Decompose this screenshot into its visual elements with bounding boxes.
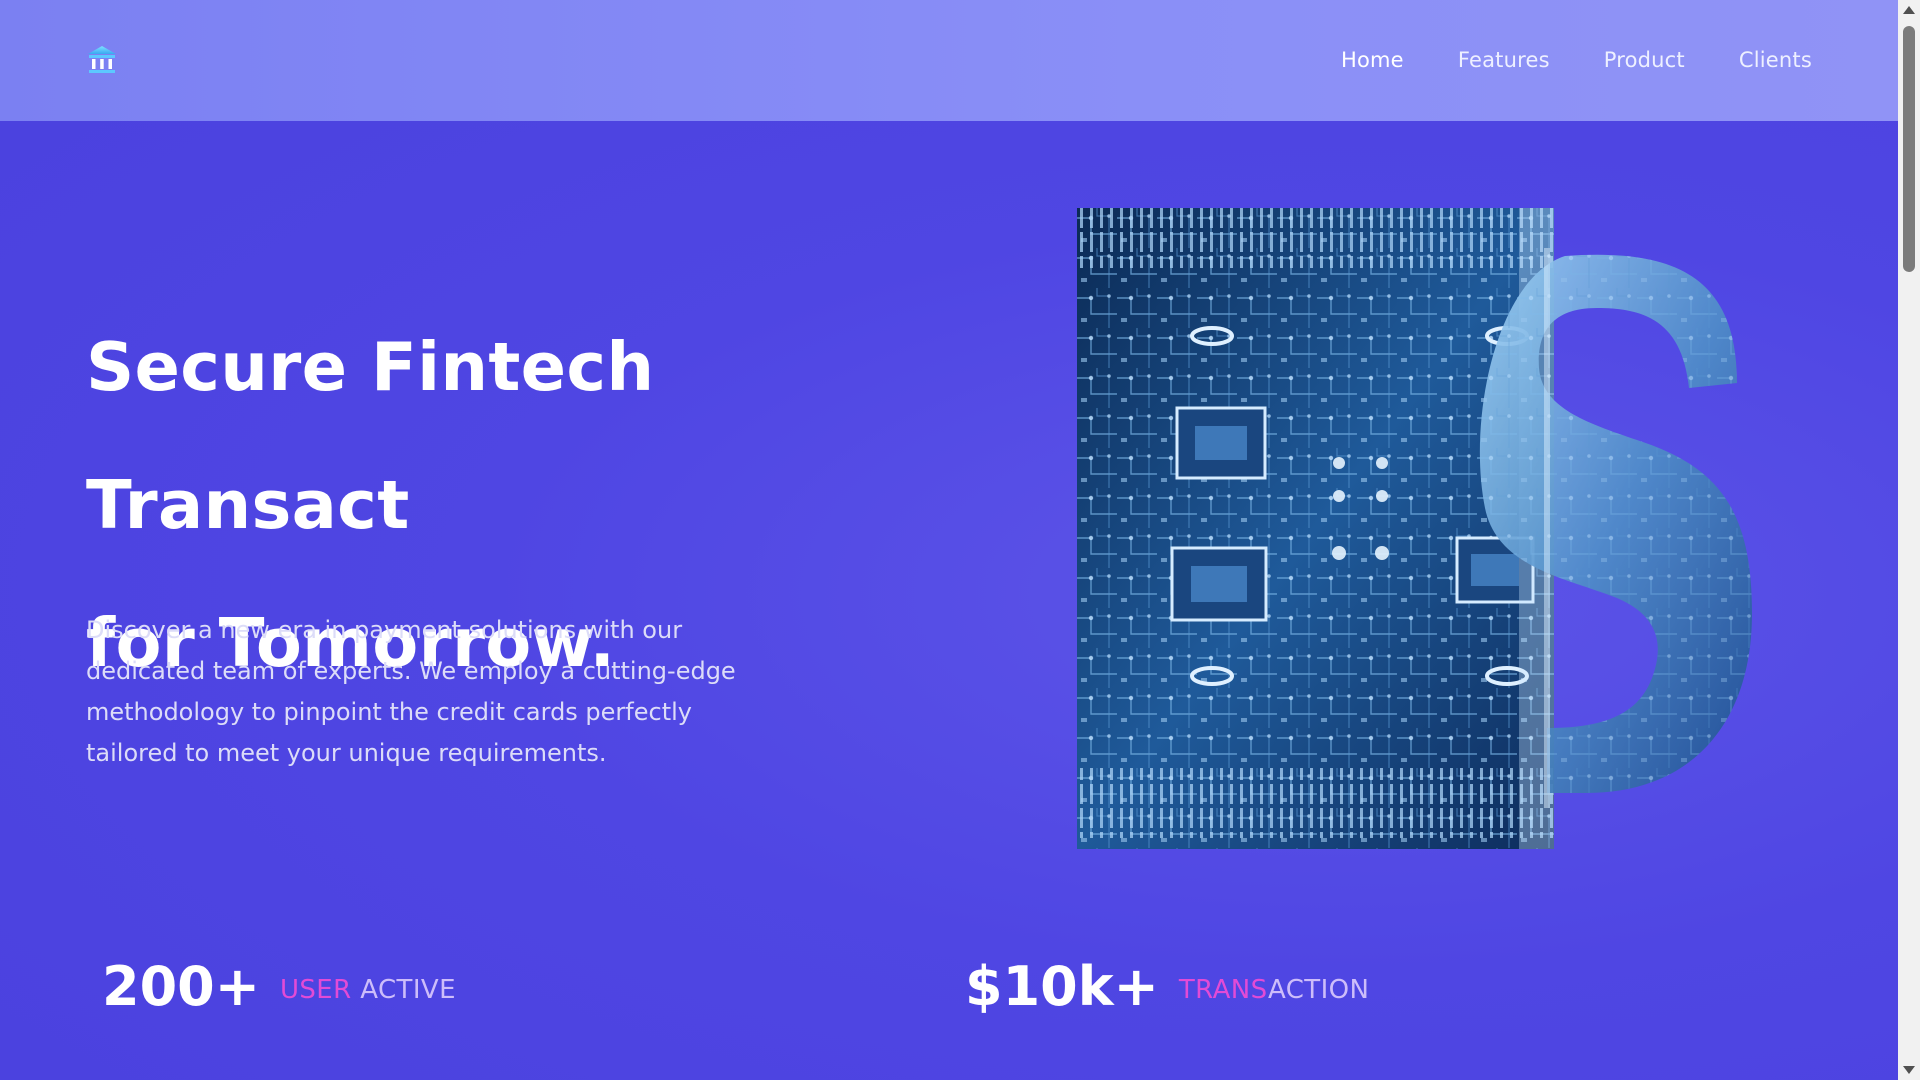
chip-top (1175, 406, 1267, 480)
nav-product[interactable]: Product (1604, 44, 1685, 76)
stat-transactions-label: TRANSACTION (1179, 975, 1369, 1005)
stat-users-label-accent: USER (279, 975, 352, 1005)
main-nav: Home Features Product Clients (1341, 44, 1812, 76)
stat-users-label: USER ACTIVE (280, 975, 456, 1005)
vertical-scrollbar[interactable] (1898, 0, 1920, 1080)
circuit-dollar-image (1077, 208, 1753, 849)
bank-icon[interactable] (86, 44, 118, 76)
hero-description: Discover a new era in payment solutions … (86, 616, 736, 767)
nav-clients[interactable]: Clients (1739, 44, 1812, 76)
navbar: Home Features Product Clients (0, 0, 1898, 121)
hero-title-line1: Secure Fintech Transact (86, 328, 655, 544)
stat-users: 200+ USER ACTIVE (102, 953, 456, 1021)
chip-bottom (1170, 546, 1268, 622)
stat-transactions-label-rest: ACTION (1268, 975, 1370, 1005)
stat-transactions-value: $10k+ (965, 955, 1159, 1018)
stat-users-value: 200+ (102, 955, 260, 1018)
scroll-up-arrow-icon[interactable] (1903, 6, 1915, 14)
stat-users-label-rest: ACTIVE (351, 975, 456, 1005)
landing-page: Home Features Product Clients Secure Fin… (0, 0, 1898, 1080)
scrollbar-thumb[interactable] (1903, 26, 1915, 272)
nav-home[interactable]: Home (1341, 44, 1404, 76)
nav-features[interactable]: Features (1458, 44, 1550, 76)
stat-transactions: $10k+ TRANSACTION (965, 953, 1369, 1021)
scroll-down-arrow-icon[interactable] (1903, 1066, 1915, 1074)
stat-transactions-label-accent: TRANS (1178, 975, 1269, 1005)
